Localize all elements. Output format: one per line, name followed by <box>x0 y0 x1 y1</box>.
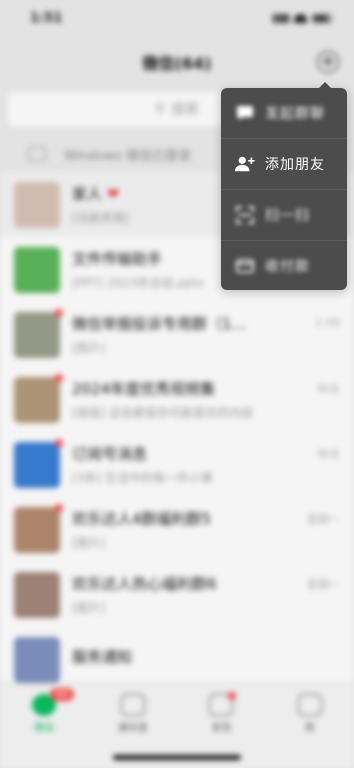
menu-label: 扫一扫 <box>265 208 310 224</box>
menu-item-scan[interactable]: 扫一扫 <box>221 190 347 241</box>
scan-icon <box>235 205 255 225</box>
menu-label: 添加朋友 <box>265 157 325 173</box>
pay-icon <box>235 256 255 276</box>
add-friend-icon <box>235 154 255 174</box>
menu-label: 收付款 <box>265 259 310 275</box>
plus-popup-menu: 发起群聊 添加朋友 扫一扫 收付款 <box>221 82 347 291</box>
menu-item-group-chat[interactable]: 发起群聊 <box>221 88 347 139</box>
chat-bubble-icon <box>235 103 255 123</box>
menu-item-add-friend[interactable]: 添加朋友 <box>221 139 347 190</box>
menu-item-pay[interactable]: 收付款 <box>221 241 347 291</box>
menu-label: 发起群聊 <box>265 106 325 122</box>
